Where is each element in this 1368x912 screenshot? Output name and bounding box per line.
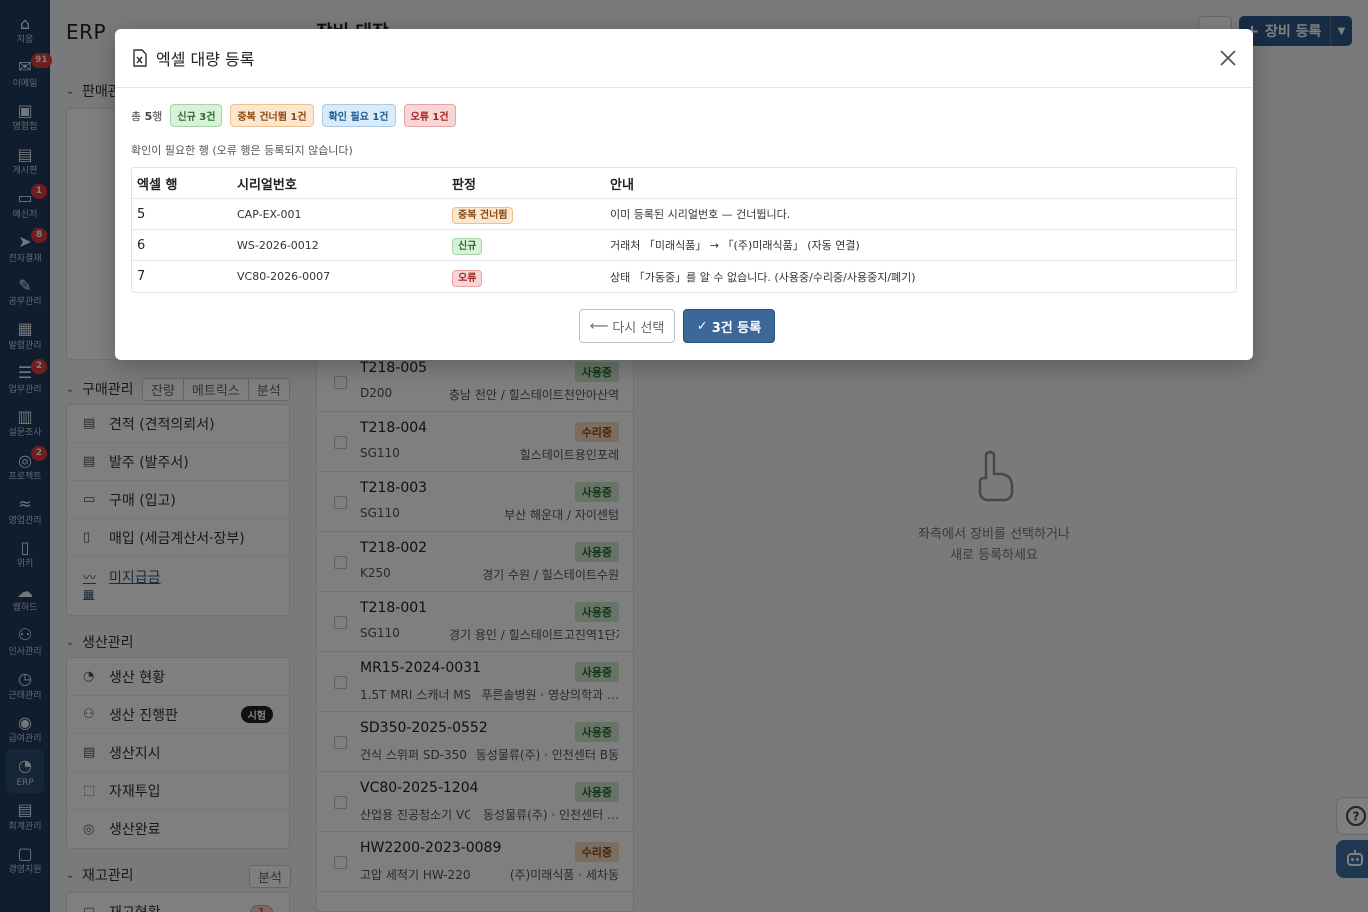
- cell-serial: WS-2026-0012: [237, 238, 319, 252]
- cell-serial: VC80-2026-0007: [237, 270, 331, 283]
- col-note: 안내: [610, 177, 634, 193]
- error-count-chip: 오류 1건: [403, 104, 456, 127]
- check-count-chip: 확인 필요 1건: [321, 104, 396, 127]
- reselect-button[interactable]: ⟵ 다시 선택: [579, 309, 675, 343]
- verdict-badge: 신규: [452, 238, 483, 255]
- cell-note: 이미 등록된 시리얼번호 — 건너뜁니다.: [610, 208, 791, 221]
- table-row: 5 CAP-EX-001 중복 건너뜀 이미 등록된 시리얼번호 — 건너뜁니다…: [132, 199, 1236, 230]
- table-row: 7 VC80-2026-0007 오류 상태 「가동중」를 알 수 없습니다. …: [132, 261, 1236, 292]
- new-count-chip: 신규 3건: [170, 104, 223, 127]
- excel-file-icon: [133, 49, 147, 67]
- reselect-label: 다시 선택: [612, 320, 665, 336]
- cell-row: 6: [137, 237, 146, 253]
- dialog-header: 엑셀 대량 등록: [115, 29, 1253, 88]
- duplicate-count-chip: 중복 건너뜀 1건: [230, 104, 314, 127]
- verdict-badge: 오류: [452, 269, 483, 287]
- register-button[interactable]: ✓ 3건 등록: [683, 309, 775, 343]
- review-table: 엑셀 행 시리얼번호 판정 안내 5 CAP-EX-001 중복 건너뜀 이미 …: [131, 167, 1237, 293]
- excel-bulk-import-dialog: 엑셀 대량 등록 총 5행 신규 3건 중복 건너뜀 1건 확인 필요 1건 오…: [115, 29, 1253, 360]
- cell-note: 거래처 「미래식품」 → 「(주)미래식품」 (자동 연결): [610, 239, 860, 252]
- review-caption: 확인이 필요한 행 (오류 행은 등록되지 않습니다): [131, 144, 353, 157]
- arrow-left-icon: ⟵: [589, 318, 609, 334]
- col-excel-row: 엑셀 행: [137, 177, 178, 193]
- dialog-footer: ⟵ 다시 선택 ✓ 3건 등록: [115, 309, 1253, 343]
- table-header: 엑셀 행 시리얼번호 판정 안내: [132, 168, 1236, 199]
- dialog-title: 엑셀 대량 등록: [156, 50, 255, 69]
- close-icon[interactable]: [1217, 47, 1239, 69]
- cell-note: 상태 「가동중」를 알 수 없습니다. (사용중/수리중/사용중지/폐기): [610, 270, 916, 284]
- col-verdict: 판정: [452, 177, 476, 193]
- cell-row: 7: [137, 269, 146, 284]
- register-label: 3건 등록: [711, 320, 762, 336]
- cell-serial: CAP-EX-001: [237, 207, 302, 221]
- cell-row: 5: [137, 206, 146, 222]
- table-row: 6 WS-2026-0012 신규 거래처 「미래식품」 → 「(주)미래식품」…: [132, 230, 1236, 261]
- col-serial: 시리얼번호: [237, 177, 297, 193]
- total-rows: 총 5행: [131, 109, 163, 123]
- verdict-badge: 중복 건너뜀: [452, 207, 514, 224]
- import-summary: 총 5행 신규 3건 중복 건너뜀 1건 확인 필요 1건 오류 1건: [131, 104, 464, 127]
- check-icon: ✓: [696, 318, 708, 334]
